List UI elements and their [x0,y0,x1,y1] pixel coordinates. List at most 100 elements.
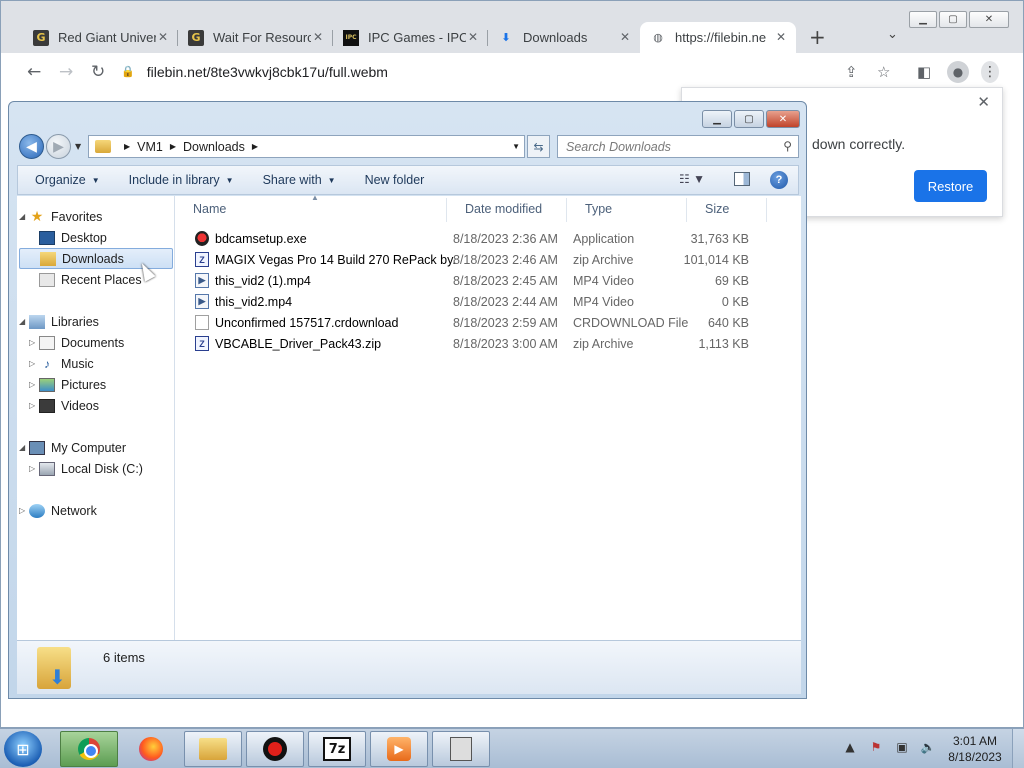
breadcrumb-vm1[interactable]: VM1 [137,140,163,154]
taskbar-firefox[interactable] [126,731,176,767]
nav-desktop[interactable]: Desktop [39,227,107,248]
close-button[interactable]: ✕ [969,11,1009,28]
nav-network[interactable]: ▷ Network [19,500,97,521]
collapsed-triangle-icon[interactable]: ▷ [29,401,39,410]
nav-pictures[interactable]: ▷ Pictures [29,374,106,395]
expanded-triangle-icon[interactable]: ◢ [19,443,29,452]
navigation-pane: ◢ ★ Favorites Desktop Downloads Recent P… [17,196,175,640]
taskbar-bandicam[interactable] [246,731,304,767]
column-header-date[interactable]: Date modified [447,196,567,222]
organize-button[interactable]: Organize ▼ [35,173,100,187]
nav-local-disk[interactable]: ▷ Local Disk (C:) [29,458,143,479]
minimize-button[interactable]: ▁ [909,11,937,28]
nav-label: Music [61,356,94,371]
back-arrow-icon[interactable]: ← [27,62,41,82]
include-in-library-button[interactable]: Include in library ▼ [129,173,234,187]
column-header-type[interactable]: Type [567,196,687,222]
network-icon[interactable]: ▣ [894,739,910,755]
breadcrumb-downloads[interactable]: Downloads [183,140,245,154]
collapsed-triangle-icon[interactable]: ▷ [29,380,39,389]
breadcrumb-chevron-icon[interactable]: ▶ [170,142,176,151]
item-count: 6 items [103,650,145,665]
show-hidden-icons-icon[interactable]: ▲ [842,739,858,755]
file-row[interactable]: Z VBCABLE_Driver_Pack43.zip 8/18/2023 3:… [195,333,765,354]
share-icon[interactable]: ⇪ [845,63,858,81]
tab-close-icon[interactable]: ✕ [468,30,478,44]
close-button[interactable]: ✕ [766,110,800,128]
tab-close-icon[interactable]: ✕ [620,30,630,44]
tab-close-icon[interactable]: ✕ [313,30,323,44]
taskbar-chrome[interactable] [60,731,118,767]
documents-icon [39,335,55,350]
nav-favorites[interactable]: ◢ ★ Favorites [19,206,102,227]
file-row[interactable]: bdcamsetup.exe 8/18/2023 2:36 AM Applica… [195,228,765,249]
chrome-menu-icon[interactable]: ⋮ [981,61,999,83]
taskbar-explorer[interactable] [184,731,242,767]
taskbar-app[interactable] [432,731,490,767]
back-button[interactable]: ◀ [19,134,44,159]
forward-button[interactable]: ▶ [46,134,71,159]
recent-pages-dropdown-icon[interactable]: ▼ [75,142,81,151]
collapsed-triangle-icon[interactable]: ▷ [19,506,29,515]
file-row[interactable]: ▶ this_vid2 (1).mp4 8/18/2023 2:45 AM MP… [195,270,765,291]
column-header-size[interactable]: Size [687,196,767,222]
search-icon[interactable]: ⚲ [783,139,792,153]
tab-downloads[interactable]: ⬇ Downloads ✕ [488,22,640,53]
close-icon[interactable]: ✕ [977,93,990,111]
tab-red-giant[interactable]: G Red Giant Univer ✕ [23,22,178,53]
change-view-icon[interactable]: ☷ ▼ [679,172,705,186]
file-row[interactable]: Z MAGIX Vegas Pro 14 Build 270 RePack by… [195,249,765,270]
new-folder-button[interactable]: New folder [365,173,425,187]
address-breadcrumb[interactable]: ▶ VM1 ▶ Downloads ▶ ▼ [88,135,525,158]
forward-arrow-icon[interactable]: → [59,62,73,82]
maximize-button[interactable]: ▢ [734,110,764,128]
clock[interactable]: 3:01 AM 8/18/2023 [940,733,1010,765]
breadcrumb-chevron-icon[interactable]: ▶ [124,142,130,151]
bookmark-star-icon[interactable]: ☆ [877,63,890,81]
collapsed-triangle-icon[interactable]: ▷ [29,464,39,473]
file-row[interactable]: ▶ this_vid2.mp4 8/18/2023 2:44 AM MP4 Vi… [195,291,765,312]
nav-documents[interactable]: ▷ Documents [29,332,124,353]
nav-libraries[interactable]: ◢ Libraries [19,311,99,332]
search-input[interactable]: Search Downloads ⚲ [557,135,799,158]
show-desktop-button[interactable] [1012,729,1024,768]
restore-button[interactable]: Restore [914,170,987,202]
expanded-triangle-icon[interactable]: ◢ [19,317,29,326]
tab-wait-for-resource[interactable]: G Wait For Resourc ✕ [178,22,333,53]
tab-close-icon[interactable]: ✕ [158,30,168,44]
file-date: 8/18/2023 2:46 AM [453,252,558,267]
reload-icon[interactable]: ↻ [91,62,105,82]
bandicam-app-icon [195,231,209,246]
taskbar-media-player[interactable]: ▶ [370,731,428,767]
collapsed-triangle-icon[interactable]: ▷ [29,338,39,347]
tab-filebin[interactable]: ◍ https://filebin.ne ✕ [640,22,796,53]
nav-recent-places[interactable]: Recent Places [39,269,142,290]
file-row[interactable]: Unconfirmed 157517.crdownload 8/18/2023 … [195,312,765,333]
nav-music[interactable]: ▷ ♪ Music [29,353,94,374]
nav-my-computer[interactable]: ◢ My Computer [19,437,126,458]
column-header-name[interactable]: Name [175,196,447,222]
volume-muted-icon[interactable]: 🔈 [920,739,936,755]
refresh-icon[interactable]: ⇆ [527,135,550,158]
desktop-icon [39,230,55,245]
address-dropdown-icon[interactable]: ▼ [512,142,520,151]
tab-search-chevron-icon[interactable]: ⌄ [887,27,898,42]
address-bar[interactable]: 🔒 filebin.net/8te3vwkvj8cbk17u/full.webm [121,56,873,87]
preview-pane-icon[interactable] [734,172,750,186]
minimize-button[interactable]: ▁ [702,110,732,128]
help-icon[interactable]: ? [770,171,788,189]
breadcrumb-chevron-icon[interactable]: ▶ [252,142,258,151]
taskbar-7zip[interactable]: 7z [308,731,366,767]
new-tab-button[interactable]: + [809,25,826,49]
action-center-flag-icon[interactable]: ⚑ [868,739,884,755]
share-with-button[interactable]: Share with ▼ [263,173,336,187]
nav-videos[interactable]: ▷ Videos [29,395,99,416]
tab-ipc-games[interactable]: IPC IPC Games - IPC ✕ [333,22,488,53]
maximize-button[interactable]: ▢ [939,11,967,28]
expanded-triangle-icon[interactable]: ◢ [19,212,29,221]
tab-close-icon[interactable]: ✕ [776,30,786,44]
side-panel-icon[interactable]: ◧ [917,63,931,81]
start-button[interactable]: ⊞ [4,731,42,767]
profile-avatar[interactable]: ● [947,61,969,83]
collapsed-triangle-icon[interactable]: ▷ [29,359,39,368]
